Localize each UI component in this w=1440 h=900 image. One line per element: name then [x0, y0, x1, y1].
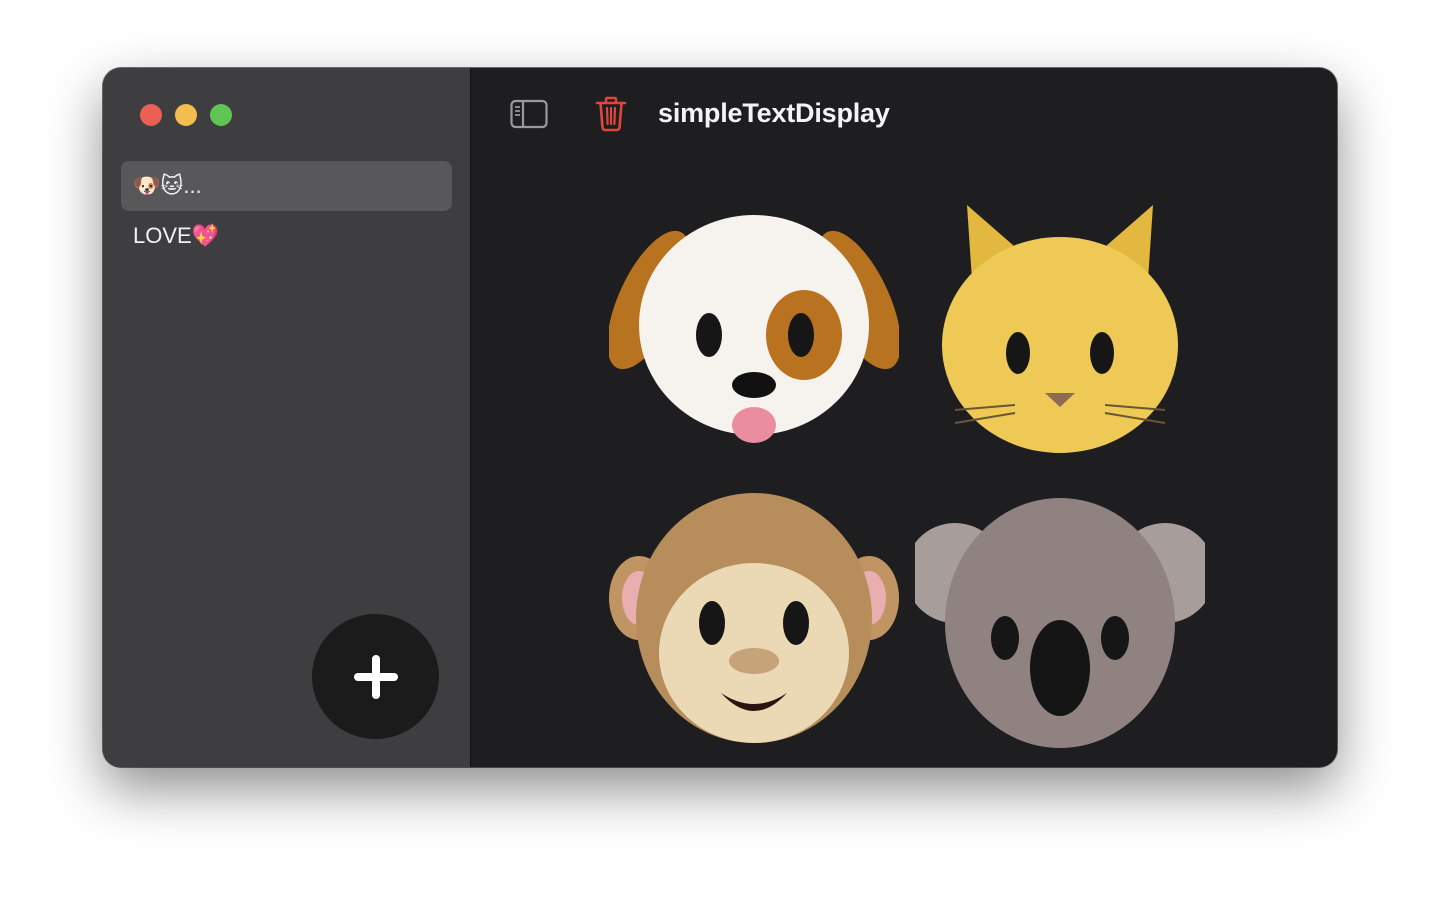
list-item-label: LOVE💖: [133, 223, 220, 248]
list-item-selected[interactable]: 🐶🐱...: [121, 161, 452, 211]
delete-button[interactable]: [593, 94, 629, 134]
list-item-label: 🐶🐱...: [133, 173, 202, 198]
zoom-window-button[interactable]: [210, 104, 232, 126]
sidebar: 🐶🐱... LOVE💖: [103, 68, 471, 767]
list-item[interactable]: LOVE💖: [121, 211, 452, 261]
trash-icon: [595, 96, 627, 132]
monkey-emoji: [601, 469, 907, 767]
add-item-button[interactable]: [312, 614, 439, 739]
dog-emoji: [601, 171, 907, 469]
sidebar-toggle-icon: [510, 99, 548, 129]
close-window-button[interactable]: [140, 104, 162, 126]
plus-icon: [353, 654, 398, 699]
document-list: 🐶🐱... LOVE💖: [121, 161, 452, 261]
sidebar-toggle-button[interactable]: [509, 98, 549, 130]
emoji-display: [601, 171, 1213, 767]
main-content: simpleTextDisplay: [471, 68, 1337, 767]
document-title: simpleTextDisplay: [658, 98, 890, 128]
app-window: 🐶🐱... LOVE💖 simpleTextDisplay: [103, 68, 1337, 767]
cat-emoji: [907, 171, 1213, 469]
koala-emoji: [907, 469, 1213, 767]
window-controls: [140, 104, 232, 126]
minimize-window-button[interactable]: [175, 104, 197, 126]
